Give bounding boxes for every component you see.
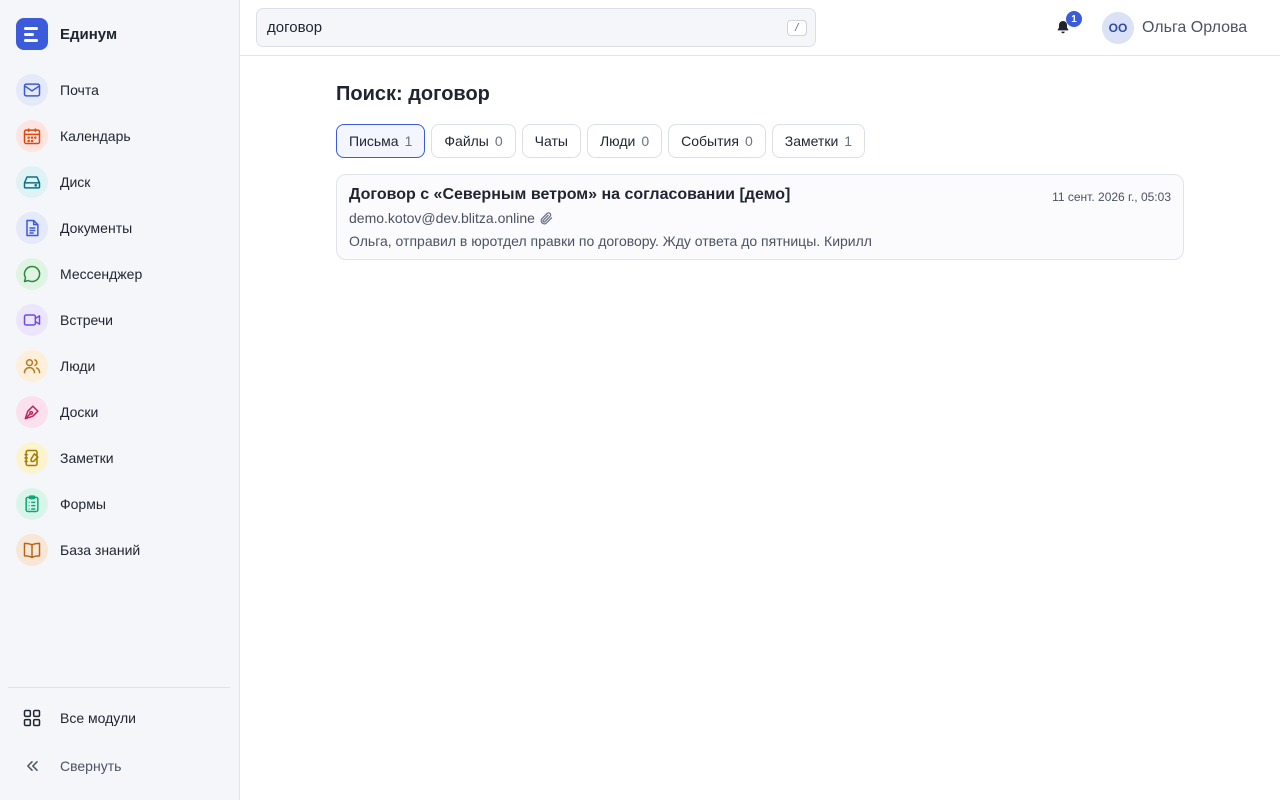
- result-date: 11 сент. 2026 г., 05:03: [1052, 190, 1171, 204]
- tab-files[interactable]: Файлы 0: [431, 124, 516, 158]
- book-icon: [16, 534, 48, 566]
- search-shortcut-hint: /: [787, 19, 807, 36]
- sidebar-item-calendar[interactable]: Календарь: [16, 120, 226, 152]
- sidebar-item-meetings[interactable]: Встречи: [16, 304, 226, 336]
- pen-icon: [16, 396, 48, 428]
- tab-count: 1: [844, 133, 853, 149]
- collapse-sidebar-button[interactable]: Свернуть: [16, 750, 121, 782]
- mail-icon: [16, 74, 48, 106]
- sidebar-item-people[interactable]: Люди: [16, 350, 226, 382]
- document-icon: [16, 212, 48, 244]
- sender-email: demo.kotov@dev.blitza.online: [349, 210, 535, 226]
- sidebar: Единум Почта Календарь Диск Документы Ме…: [0, 0, 240, 800]
- sidebar-item-label: Встречи: [60, 312, 113, 328]
- sidebar-item-drive[interactable]: Диск: [16, 166, 226, 198]
- tab-events[interactable]: События 0: [668, 124, 766, 158]
- notifications-badge: 1: [1066, 11, 1082, 27]
- collapse-label: Свернуть: [60, 758, 122, 774]
- brand[interactable]: Единум: [16, 18, 117, 50]
- sidebar-item-label: Календарь: [60, 128, 131, 144]
- tab-label: Файлы: [444, 133, 489, 149]
- sidebar-divider: [8, 687, 230, 688]
- sidebar-item-notes[interactable]: Заметки: [16, 442, 226, 474]
- sidebar-item-knowledge-base[interactable]: База знаний: [16, 534, 226, 566]
- tab-count: 0: [494, 133, 503, 149]
- avatar: ОО: [1102, 12, 1134, 44]
- chevrons-left-icon: [16, 750, 48, 782]
- app-name: Единум: [60, 25, 118, 43]
- sidebar-item-label: Документы: [60, 220, 133, 236]
- sidebar-item-label: Формы: [60, 496, 106, 512]
- page-title: Поиск: договор: [336, 83, 490, 105]
- tab-chats[interactable]: Чаты: [521, 124, 581, 158]
- user-menu[interactable]: ОО Ольга Орлова: [1102, 12, 1247, 44]
- notes-icon: [16, 442, 48, 474]
- tab-notes[interactable]: Заметки 1: [771, 124, 866, 158]
- sidebar-item-boards[interactable]: Доски: [16, 396, 226, 428]
- result-snippet: Ольга, отправил в юротдел правки по дого…: [349, 233, 872, 249]
- drive-icon: [16, 166, 48, 198]
- tab-label: Заметки: [784, 133, 839, 149]
- chat-icon: [16, 258, 48, 290]
- search-result-item[interactable]: Договор с «Северным ветром» на согласова…: [336, 174, 1184, 260]
- sidebar-item-forms[interactable]: Формы: [16, 488, 226, 520]
- paperclip-icon: [540, 211, 553, 224]
- grid-icon: [16, 702, 48, 734]
- people-icon: [16, 350, 48, 382]
- sidebar-item-label: База знаний: [60, 542, 141, 558]
- tab-count: 1: [404, 133, 413, 149]
- tab-label: Письма: [349, 133, 399, 149]
- tab-people[interactable]: Люди 0: [586, 124, 663, 158]
- search-input[interactable]: договор /: [256, 8, 816, 47]
- result-sender: demo.kotov@dev.blitza.online: [349, 210, 554, 226]
- tab-letters[interactable]: Письма 1: [336, 124, 426, 158]
- user-name: Ольга Орлова: [1142, 19, 1248, 36]
- calendar-icon: [16, 120, 48, 152]
- sidebar-item-label: Диск: [60, 174, 91, 190]
- all-modules-label: Все модули: [60, 710, 136, 726]
- sidebar-item-label: Люди: [60, 358, 96, 374]
- tab-label: События: [681, 133, 739, 149]
- sidebar-item-messenger[interactable]: Мессенджер: [16, 258, 226, 290]
- video-icon: [16, 304, 48, 336]
- result-title: Договор с «Северным ветром» на согласова…: [349, 186, 791, 203]
- search-query[interactable]: договор: [267, 19, 787, 36]
- sidebar-item-label: Заметки: [60, 450, 114, 466]
- topbar: договор / 1 ОО Ольга Орлова: [240, 0, 1280, 56]
- sidebar-item-label: Мессенджер: [60, 266, 143, 282]
- sidebar-nav: Почта Календарь Диск Документы Мессендже…: [16, 74, 226, 580]
- tab-count: 0: [744, 133, 753, 149]
- tab-label: Люди: [599, 133, 636, 149]
- sidebar-item-mail[interactable]: Почта: [16, 74, 226, 106]
- all-modules-button[interactable]: Все модули: [16, 702, 136, 734]
- sidebar-item-label: Почта: [60, 82, 99, 98]
- clipboard-icon: [16, 488, 48, 520]
- logo-icon: [16, 18, 48, 50]
- sidebar-item-documents[interactable]: Документы: [16, 212, 226, 244]
- search-results-page: Поиск: договор Письма 1 Файлы 0 Чаты Люд…: [240, 56, 1280, 800]
- tab-count: 0: [641, 133, 650, 149]
- sidebar-item-label: Доски: [60, 404, 99, 420]
- tab-label: Чаты: [534, 133, 568, 149]
- result-tabs: Письма 1 Файлы 0 Чаты Люди 0 События 0 З…: [336, 124, 866, 158]
